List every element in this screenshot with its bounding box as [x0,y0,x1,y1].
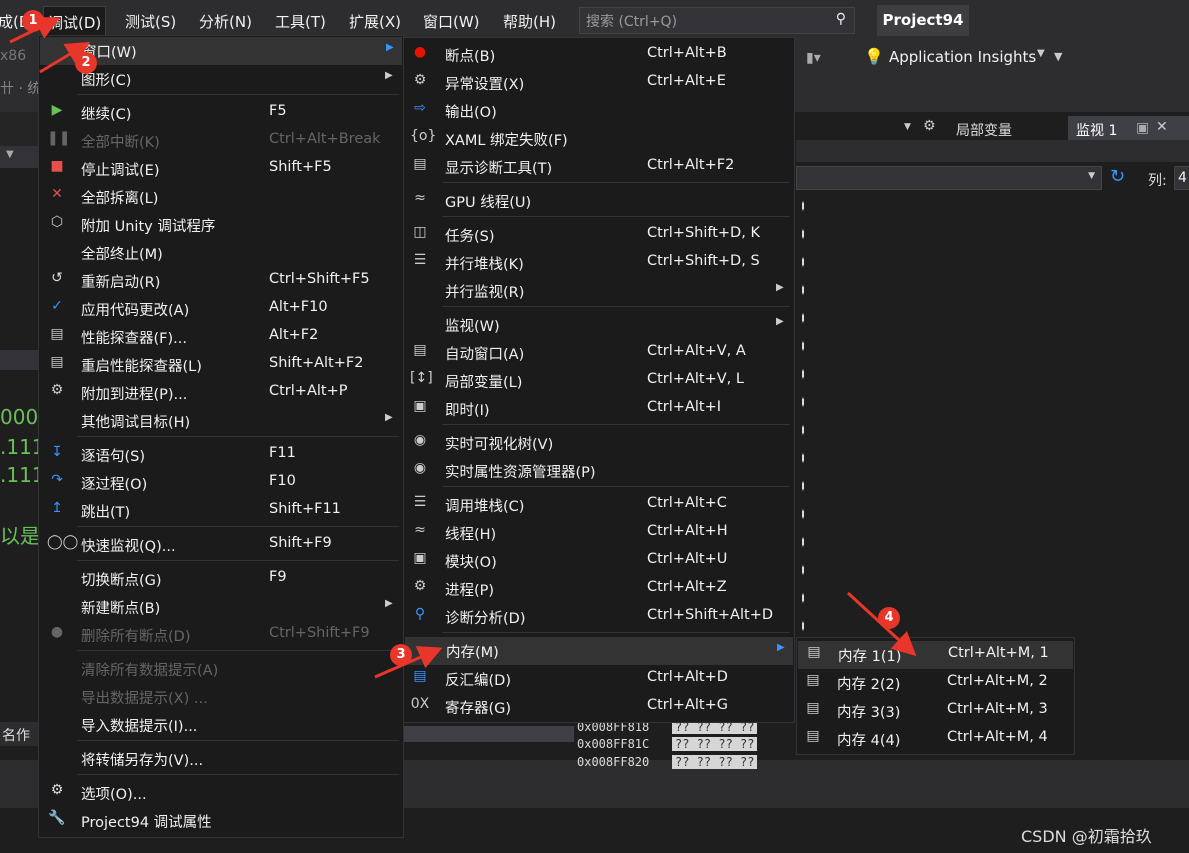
annotation-arrows [9,17,917,679]
step-marker: 3 [390,644,412,666]
step-marker: 2 [75,52,97,74]
step-marker: 4 [878,607,900,629]
watermark: CSDN @初霜拾玖 [1021,827,1152,846]
vs-window: { "menubar":{"items":["成(B)","调试(D)","测试… [0,0,1189,853]
step-marker: 1 [22,10,44,32]
